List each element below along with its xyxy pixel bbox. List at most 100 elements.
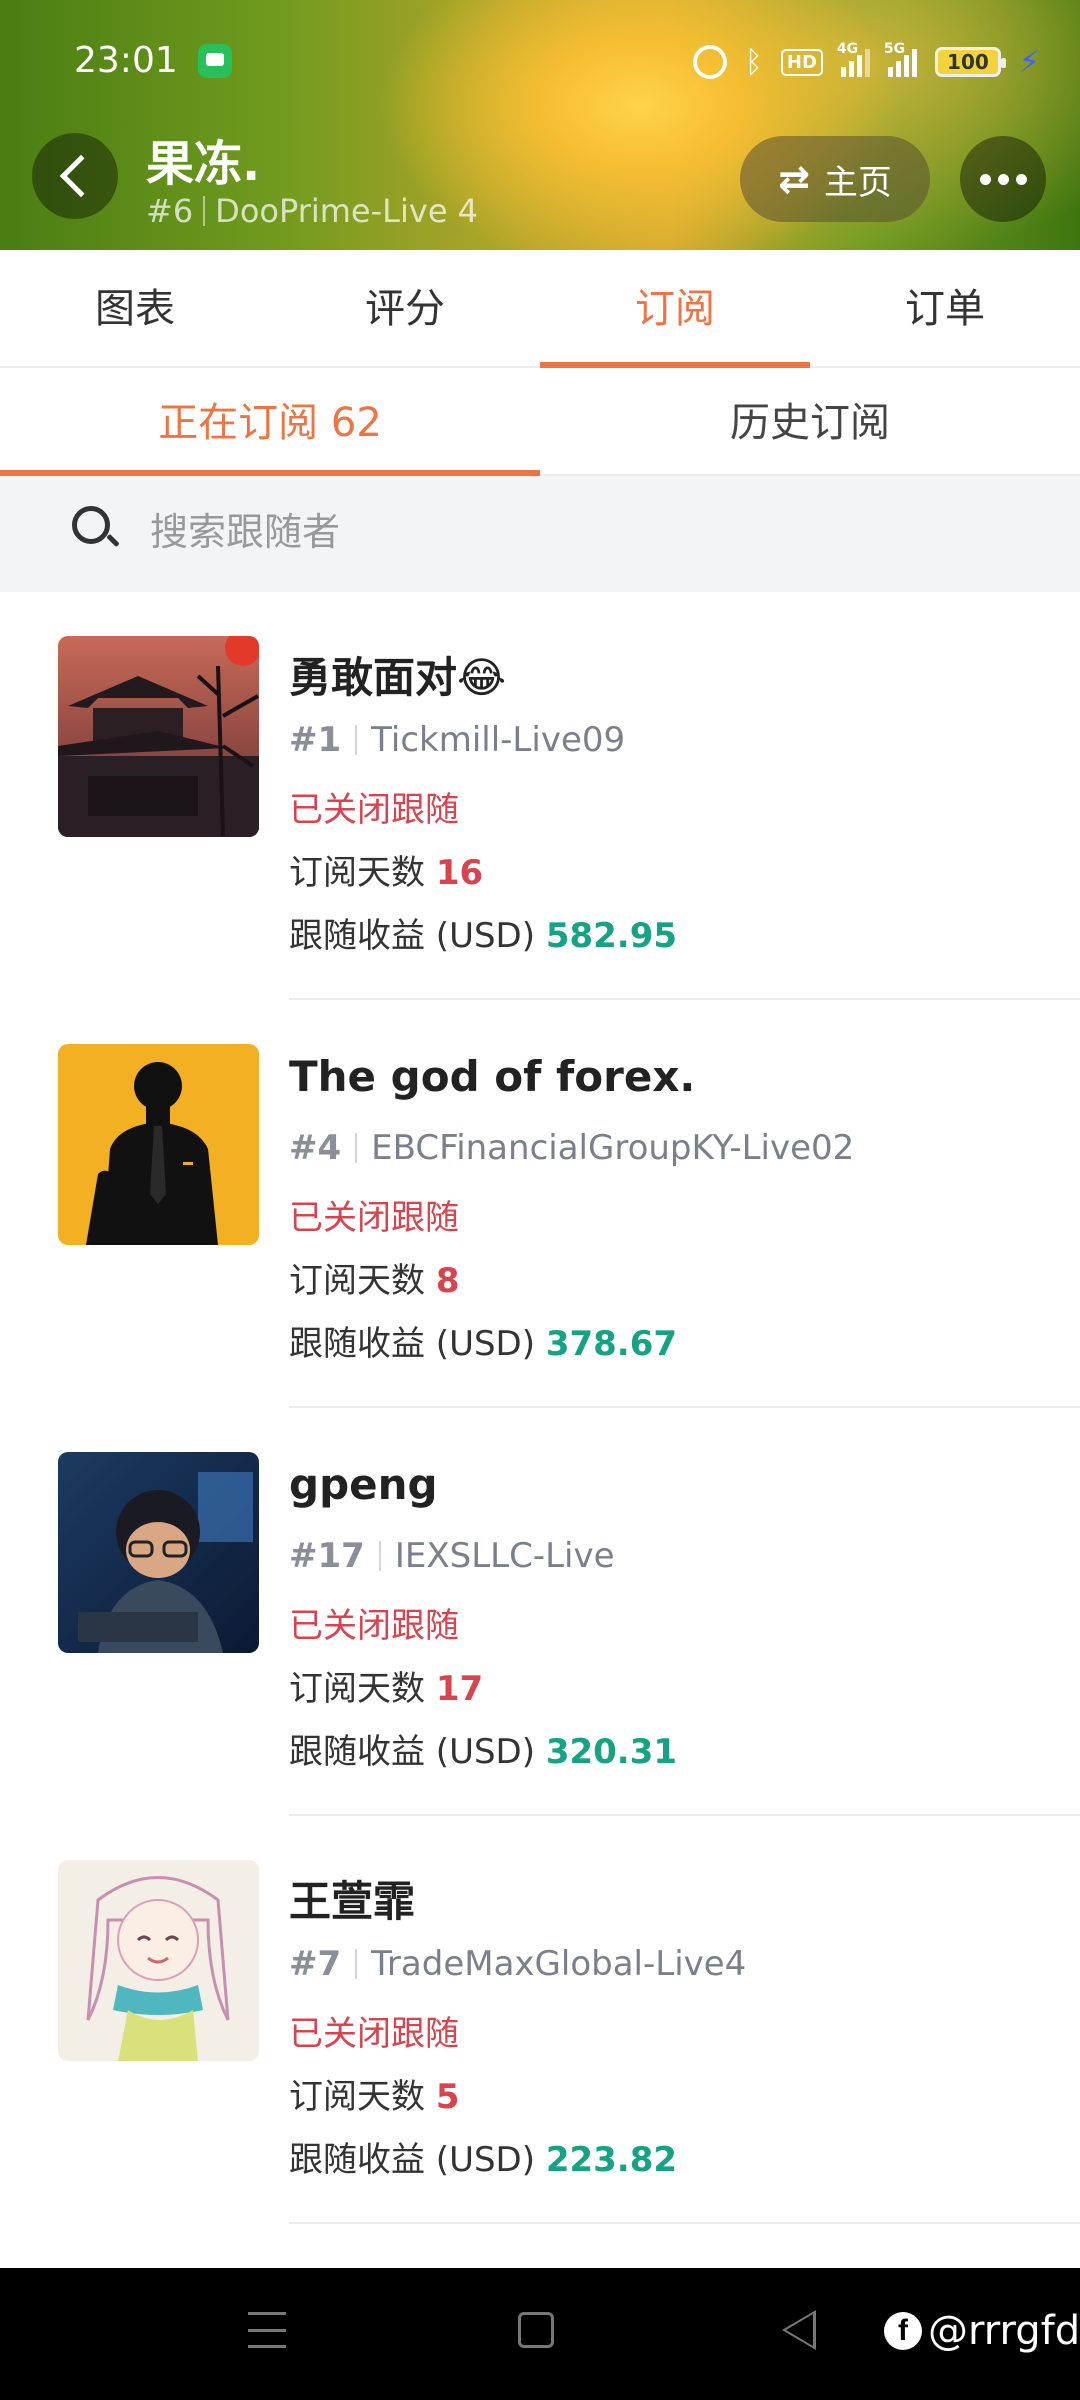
follow-status: 已关闭跟随 (289, 2014, 459, 2054)
follower-server: IEXSLLC-Live (394, 1536, 615, 1576)
profit-label: 跟随收益 (USD) (289, 1732, 535, 1772)
swap-icon: ⇄ (778, 157, 810, 201)
divider (355, 725, 358, 755)
follower-rank: #17 (289, 1536, 365, 1576)
bluetooth-icon: ᛒ (744, 44, 763, 80)
follow-profit: 跟随收益 (USD) 223.82 (289, 2132, 677, 2181)
days-value: 16 (435, 853, 484, 893)
follower-server: Tickmill-Live09 (371, 720, 626, 760)
follower-server: TradeMaxGlobal-Live4 (371, 1944, 747, 1984)
watermark: f @rrrgfd (884, 2308, 1080, 2354)
facebook-icon: f (884, 2312, 922, 2350)
days-label: 订阅天数 (289, 1261, 425, 1301)
follower-name: gpeng (289, 1460, 438, 1509)
battery-icon: 100 (934, 47, 1006, 77)
follow-status: 已关闭跟随 (289, 1606, 459, 1646)
tab-current-subscriptions[interactable]: 正在订阅 62 (0, 370, 540, 476)
watermark-handle: @rrrgfd (928, 2308, 1080, 2354)
profit-value: 582.95 (545, 916, 678, 956)
dot (997, 173, 1009, 185)
status-icons: ᛒ HD 4G 5G 100 ⚡ (692, 41, 1040, 82)
charging-icon: ⚡ (1018, 44, 1040, 80)
profile-header: 23:01 ᛒ HD 4G 5G 100 ⚡ 果冻. #6 DooPrime-L… (0, 0, 1080, 250)
profit-label: 跟随收益 (USD) (289, 916, 535, 956)
home-square-icon[interactable] (518, 2312, 554, 2348)
page-title: 果冻. (146, 136, 261, 192)
profit-value: 223.82 (545, 2140, 678, 2180)
subscription-days: 订阅天数 17 (289, 1661, 483, 1710)
status-time: 23:01 (74, 40, 178, 81)
divider (289, 2222, 1080, 2224)
days-value: 5 (435, 2077, 460, 2117)
subscription-days: 订阅天数 5 (289, 2069, 459, 2118)
signal-5g-icon: 5G (884, 41, 917, 77)
follower-rank: #7 (289, 1944, 342, 1984)
subscriber-list: 勇敢面对😂 #1 Tickmill-Live09 已关闭跟随 订阅天数 16 跟… (0, 592, 1080, 2224)
days-value: 8 (435, 1261, 460, 1301)
alarm-icon (692, 45, 727, 79)
rank-line: #17 IEXSLLC-Live (289, 1536, 615, 1576)
rank-line: #7 TradeMaxGlobal-Live4 (289, 1944, 746, 1984)
search-bar (0, 476, 1080, 592)
avatar (58, 1860, 259, 2061)
list-item[interactable]: gpeng #17 IEXSLLC-Live 已关闭跟随 订阅天数 17 跟随收… (0, 1408, 1080, 1816)
sub-tabs: 正在订阅 62 历史订阅 (0, 370, 1080, 476)
tab-rating[interactable]: 评分 (270, 250, 540, 366)
avatar (58, 1044, 259, 1245)
days-label: 订阅天数 (289, 853, 425, 893)
signal-4g-icon: 4G (837, 41, 870, 77)
follower-server: EBCFinancialGroupKY-Live02 (371, 1128, 855, 1168)
message-app-icon (198, 44, 232, 78)
list-item[interactable]: 勇敢面对😂 #1 Tickmill-Live09 已关闭跟随 订阅天数 16 跟… (0, 592, 1080, 1000)
more-button[interactable] (960, 136, 1046, 222)
avatar (58, 636, 259, 837)
tab-chart[interactable]: 图表 (0, 250, 270, 366)
profit-label: 跟随收益 (USD) (289, 2140, 535, 2180)
list-item[interactable]: 王萱霏 #7 TradeMaxGlobal-Live4 已关闭跟随 订阅天数 5… (0, 1816, 1080, 2224)
profit-value: 320.31 (545, 1732, 678, 1772)
subscription-days: 订阅天数 16 (289, 845, 483, 894)
header-server: DooPrime-Live 4 (215, 192, 479, 230)
follow-profit: 跟随收益 (USD) 582.95 (289, 908, 677, 957)
follower-name: 王萱霏 (289, 1877, 416, 1926)
follower-name: 勇敢面对😂 (289, 653, 507, 702)
days-value: 17 (435, 1669, 484, 1709)
menu-icon[interactable] (248, 2312, 286, 2348)
list-item[interactable]: The god of forex. #4 EBCFinancialGroupKY… (0, 1000, 1080, 1408)
status-bar: 23:01 ᛒ HD 4G 5G 100 ⚡ (0, 0, 1080, 120)
avatar (58, 1452, 259, 1653)
days-label: 订阅天数 (289, 1669, 425, 1709)
profit-value: 378.67 (545, 1324, 678, 1364)
tab-history-subscriptions[interactable]: 历史订阅 (540, 370, 1080, 474)
divider (378, 1541, 381, 1571)
search-icon (72, 506, 120, 554)
divider (203, 196, 206, 226)
follower-rank: #4 (289, 1128, 342, 1168)
divider (355, 1133, 358, 1163)
dot (1015, 173, 1027, 185)
follow-profit: 跟随收益 (USD) 378.67 (289, 1316, 677, 1365)
home-label: 主页 (823, 162, 892, 203)
follow-status: 已关闭跟随 (289, 1198, 459, 1238)
back-triangle-icon[interactable] (782, 2310, 816, 2350)
chevron-left-icon (59, 154, 103, 198)
follow-profit: 跟随收益 (USD) 320.31 (289, 1724, 677, 1773)
tab-orders[interactable]: 订单 (810, 250, 1080, 366)
rank-line: #4 EBCFinancialGroupKY-Live02 (289, 1128, 854, 1168)
back-button[interactable] (32, 133, 118, 219)
follower-rank: #1 (289, 720, 342, 760)
header-subtitle: #6 DooPrime-Live 4 (146, 192, 478, 230)
home-button[interactable]: ⇄ 主页 (740, 136, 930, 222)
main-tabs: 图表 评分 订阅 订单 (0, 250, 1080, 368)
tab-subscriptions[interactable]: 订阅 (540, 250, 810, 368)
system-nav-bar: f @rrrgfd (0, 2268, 1080, 2400)
search-input[interactable] (150, 502, 1030, 562)
divider (355, 1949, 358, 1979)
dot (979, 173, 991, 185)
days-label: 订阅天数 (289, 2077, 425, 2117)
subscription-days: 订阅天数 8 (289, 1253, 459, 1302)
follower-name: The god of forex. (289, 1052, 696, 1101)
rank-line: #1 Tickmill-Live09 (289, 720, 625, 760)
header-rank: #6 (146, 192, 194, 230)
profit-label: 跟随收益 (USD) (289, 1324, 535, 1364)
